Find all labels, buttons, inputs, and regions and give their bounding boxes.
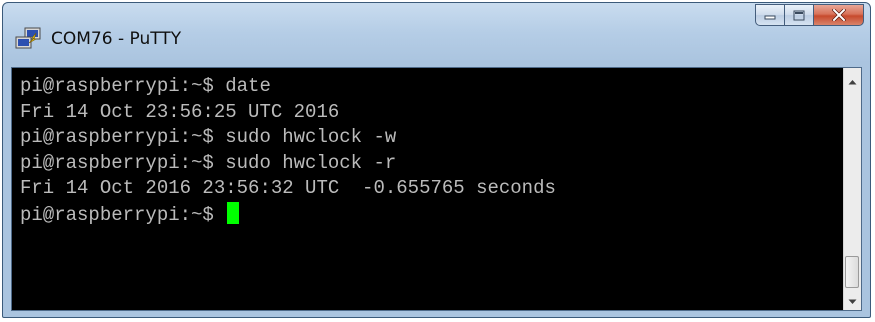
terminal-line: Fri 14 Oct 23:56:25 UTC 2016 (20, 100, 340, 123)
close-icon (831, 9, 846, 21)
terminal-line: pi@raspberrypi:~$ sudo hwclock -w (20, 126, 397, 148)
terminal-cursor (227, 201, 240, 224)
vertical-scrollbar[interactable] (843, 68, 861, 310)
terminal-prompt: pi@raspberrypi:~$ (20, 203, 226, 226)
terminal-line: pi@raspberrypi:~$ date (20, 75, 271, 97)
terminal-area: pi@raspberrypi:~$ date Fri 14 Oct 23:56:… (11, 67, 862, 311)
minimize-button[interactable] (755, 4, 785, 26)
scroll-up-arrow-icon (848, 70, 857, 89)
putty-icon[interactable] (15, 27, 43, 51)
scroll-down-arrow-icon (848, 290, 857, 309)
terminal-line: pi@raspberrypi:~$ sudo hwclock -r (20, 151, 397, 174)
window-controls (755, 4, 864, 26)
scroll-up-button[interactable] (844, 70, 861, 88)
close-button[interactable] (814, 4, 864, 26)
title-bar[interactable]: COM76 - PuTTY (3, 3, 870, 67)
maximize-button[interactable] (785, 4, 814, 26)
prompt-line: pi@raspberrypi:~$ (20, 201, 843, 228)
scroll-down-button[interactable] (844, 290, 861, 308)
putty-window: COM76 - PuTTY pi@raspberrypi:~$ date Fri… (2, 2, 871, 318)
maximize-icon (793, 10, 805, 21)
terminal-screen[interactable]: pi@raspberrypi:~$ date Fri 14 Oct 23:56:… (12, 68, 843, 310)
window-title: COM76 - PuTTY (51, 29, 182, 49)
minimize-icon (764, 10, 776, 20)
scrollbar-thumb[interactable] (845, 256, 859, 288)
terminal-line: Fri 14 Oct 2016 23:56:32 UTC -0.655765 s… (20, 177, 556, 199)
